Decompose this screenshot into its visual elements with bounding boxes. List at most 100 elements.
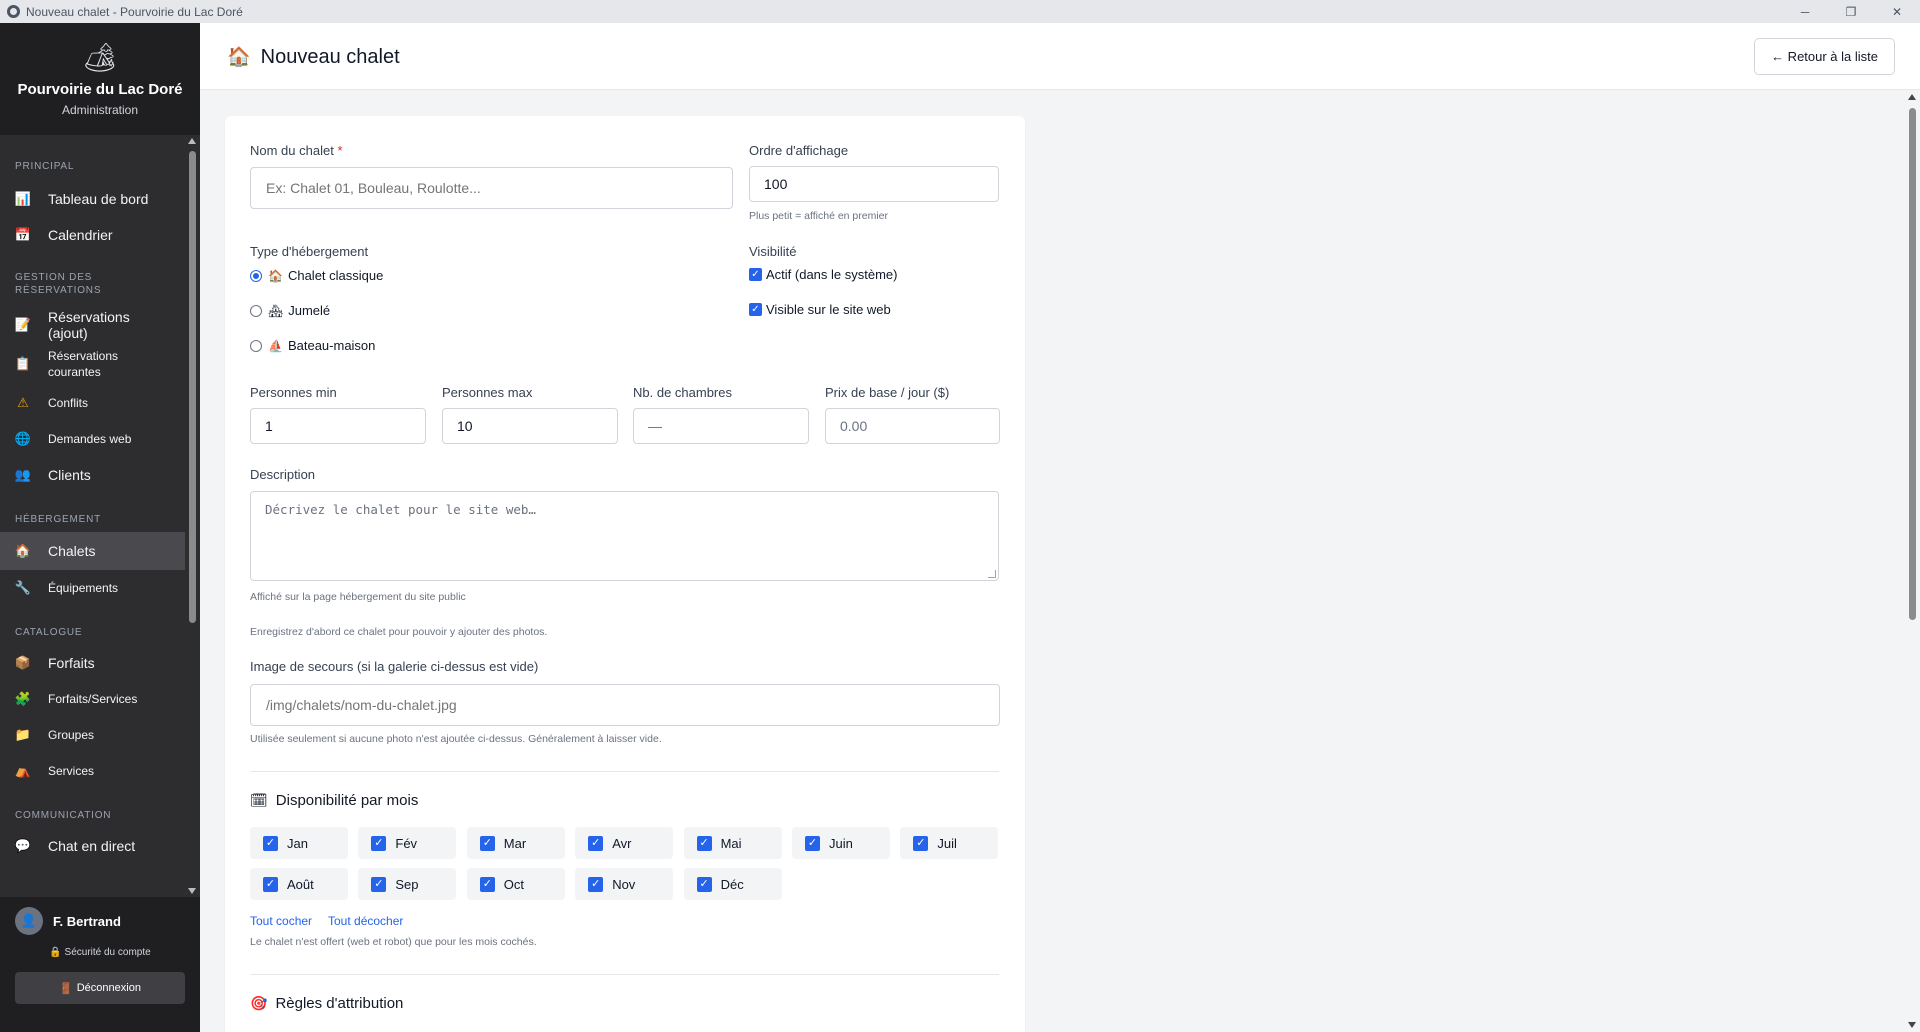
sidebar-item-web-requests[interactable]: 🌐 Demandes web (0, 421, 185, 457)
sidebar-item-clients[interactable]: 👥 Clients (0, 457, 185, 493)
sidebar-item-label: Services (48, 764, 95, 778)
fallback-image-input[interactable] (250, 684, 1000, 726)
account-security-link[interactable]: 🔒 Sécurité du compte (0, 947, 200, 958)
checkmark-icon[interactable]: ✓ (588, 835, 604, 851)
radio-label: Jumelé (288, 303, 331, 318)
logout-button[interactable]: 🚪 Déconnexion (15, 972, 185, 1004)
maximize-icon[interactable]: ❐ (1828, 0, 1874, 23)
photos-hint: Enregistrez d'abord ce chalet pour pouvo… (250, 626, 548, 638)
month-checkbox-2[interactable]: ✓ Mar (466, 827, 565, 859)
month-checkbox-7[interactable]: ✓ Août (250, 868, 348, 900)
logout-label: Déconnexion (76, 982, 141, 994)
checkbox-active[interactable]: ✓ Actif (dans le système) (749, 267, 898, 282)
window-titlebar: Nouveau chalet - Pourvoirie du Lac Doré … (0, 0, 1920, 23)
checkmark-icon[interactable]: ✓ (749, 268, 762, 281)
sidebar-item-equipment[interactable]: 🔧 Équipements (0, 570, 185, 606)
close-icon[interactable]: ✕ (1874, 0, 1920, 23)
radio-jumele[interactable]: 🏘 Jumelé (250, 303, 330, 318)
sidebar-item-reservations-current[interactable]: 📋 Réservations courantes (0, 343, 185, 385)
scroll-up-icon[interactable] (188, 138, 196, 144)
description-textarea[interactable]: Décrivez le chalet pour le site web… (250, 491, 999, 581)
app-icon (7, 5, 20, 18)
uncheck-all-link[interactable]: Tout décocher (328, 914, 403, 928)
checkmark-icon[interactable]: ✓ (696, 876, 712, 892)
sidebar-item-chat[interactable]: 💬 Chat en direct (0, 828, 185, 864)
scrollbar-thumb[interactable] (1909, 108, 1916, 620)
scroll-down-icon[interactable] (188, 888, 196, 894)
month-checkbox-4[interactable]: ✓ Mai (683, 827, 782, 859)
sidebar-item-dashboard[interactable]: 📊 Tableau de bord (0, 181, 185, 217)
checkmark-icon[interactable]: ✓ (913, 835, 929, 851)
radio-button[interactable] (250, 304, 262, 317)
users-icon: 👥 (14, 467, 32, 482)
checkmark-icon[interactable]: ✓ (263, 835, 278, 851)
sidebar-item-conflicts[interactable]: ⚠ Conflits (0, 385, 185, 421)
persons-min-input[interactable]: 1 (250, 408, 426, 444)
memo-icon: 📝 (14, 317, 32, 332)
month-checkbox-10[interactable]: ✓ Nov (575, 868, 674, 900)
month-label: Juil (937, 835, 957, 851)
month-checkbox-1[interactable]: ✓ Fév (358, 827, 457, 859)
minimize-icon[interactable]: ─ (1782, 0, 1828, 23)
checkmark-icon[interactable]: ✓ (263, 876, 278, 892)
sidebar-item-packages-services[interactable]: 🧩 Forfaits/Services (0, 681, 185, 717)
user-profile[interactable]: 👤 F. Bertrand (0, 897, 200, 945)
month-label: Nov (612, 876, 636, 892)
display-order-input[interactable]: 100 (749, 166, 999, 202)
checkmark-icon[interactable]: ✓ (479, 876, 495, 892)
checkbox-visible-web[interactable]: ✓ Visible sur le site web (749, 302, 891, 317)
month-label: Avr (612, 835, 632, 851)
checkmark-icon[interactable]: ✓ (749, 303, 762, 316)
chalet-name-input[interactable] (250, 167, 733, 209)
radio-label: Chalet classique (287, 268, 384, 283)
scroll-down-icon[interactable] (1908, 1022, 1916, 1028)
checkmark-icon[interactable]: ✓ (696, 835, 712, 851)
main-scrollbar[interactable] (1905, 90, 1920, 1032)
month-checkbox-3[interactable]: ✓ Avr (575, 827, 674, 859)
month-checkbox-5[interactable]: ✓ Juin (792, 827, 890, 859)
month-label: Jan (287, 835, 308, 851)
chalet-name-label: Nom du chalet * (250, 143, 343, 158)
sidebar-nav: PRINCIPAL 📊 Tableau de bord 📅 Calendrier… (0, 135, 185, 897)
sidebar-item-services[interactable]: ⛺ Services (0, 753, 185, 789)
radio-bateau-maison[interactable]: ⛵ Bateau-maison (250, 338, 375, 353)
sidebar-item-reservations-add[interactable]: 📝 Réservations (ajout) (0, 307, 185, 343)
back-to-list-button[interactable]: ← Retour à la liste (1754, 38, 1895, 75)
rooms-input[interactable]: — (633, 408, 809, 444)
sidebar-item-groups[interactable]: 📁 Groupes (0, 717, 185, 753)
sidebar-item-chalets[interactable]: 🏠 Chalets (0, 532, 185, 570)
month-label: Oct (503, 876, 525, 892)
radio-chalet-classique[interactable]: 🏠 Chalet classique (250, 268, 383, 283)
checkmark-icon[interactable]: ✓ (479, 835, 495, 851)
resize-grip-icon[interactable] (988, 570, 996, 578)
scrollbar-thumb[interactable] (189, 151, 196, 623)
base-price-input[interactable]: 0.00 (825, 408, 1000, 444)
persons-max-input[interactable]: 10 (442, 408, 618, 444)
sidebar-item-calendar[interactable]: 📅 Calendrier (0, 217, 185, 253)
fallback-image-hint: Utilisée seulement si aucune photo n'est… (250, 733, 662, 745)
rules-title-text: Règles d'attribution (275, 995, 404, 1012)
sidebar-scrollbar[interactable] (185, 135, 200, 897)
radio-button[interactable] (250, 339, 262, 352)
checkmark-icon[interactable]: ✓ (805, 835, 820, 851)
description-hint: Affiché sur la page hébergement du site … (250, 591, 466, 603)
nav-section-communication: COMMUNICATION (15, 810, 112, 821)
sidebar-item-packages[interactable]: 📦 Forfaits (0, 645, 185, 681)
checkbox-label: Actif (dans le système) (766, 267, 898, 282)
month-checkbox-8[interactable]: ✓ Sep (358, 868, 457, 900)
month-checkbox-11[interactable]: ✓ Déc (683, 868, 782, 900)
calendar-icon: 📅 (14, 227, 32, 242)
scroll-up-icon[interactable] (1908, 94, 1916, 100)
checkmark-icon[interactable]: ✓ (371, 835, 387, 851)
required-mark: * (337, 143, 343, 158)
month-label: Août (287, 876, 314, 892)
radio-button[interactable] (250, 269, 262, 282)
month-checkbox-9[interactable]: ✓ Oct (466, 868, 565, 900)
availability-title: 🗓 Disponibilité par mois (250, 792, 418, 809)
house-icon: 🏠 (227, 47, 251, 68)
month-checkbox-0[interactable]: ✓ Jan (250, 827, 348, 859)
month-checkbox-6[interactable]: ✓ Juil (900, 827, 999, 859)
checkmark-icon[interactable]: ✓ (371, 876, 387, 892)
check-all-link[interactable]: Tout cocher (250, 914, 312, 928)
checkmark-icon[interactable]: ✓ (588, 876, 604, 892)
